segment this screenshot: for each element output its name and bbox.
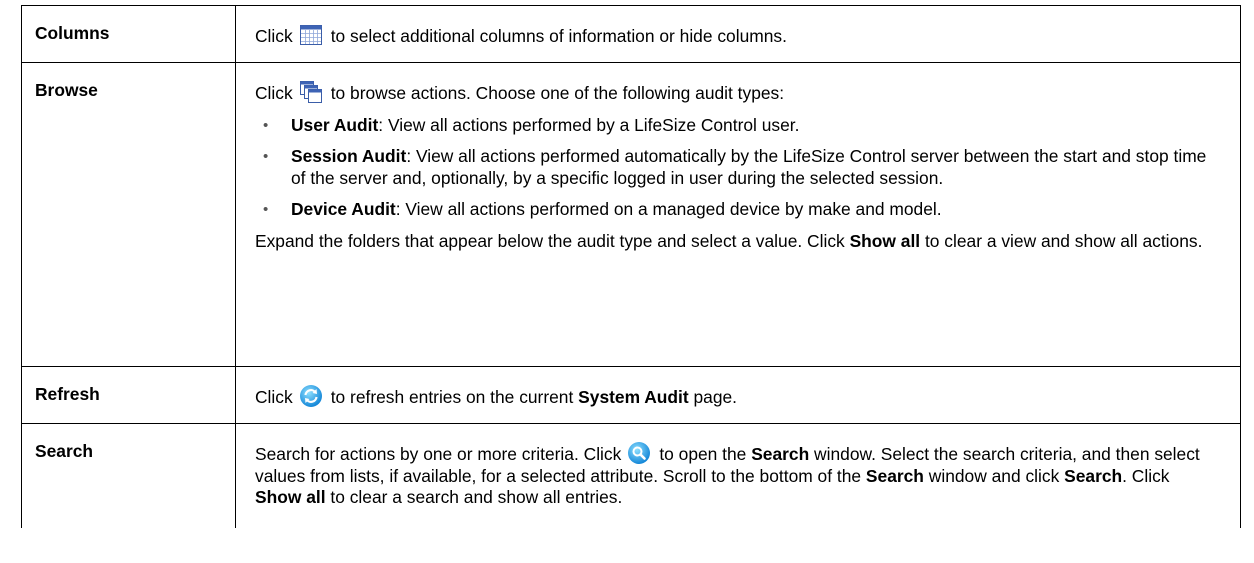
table-row: Columns Click to select additional column… [21, 5, 1241, 63]
bullet-icon: • [263, 116, 269, 134]
term-cell: Search [21, 423, 236, 528]
list-item: • Session Audit: View all actions perform… [263, 146, 1207, 188]
term-label: Columns [35, 23, 110, 43]
features-table: Columns Click to select additional column… [21, 5, 1241, 528]
table-row: Refresh Click to refresh entries on the c… [21, 366, 1241, 424]
bullet-icon: • [263, 148, 269, 165]
list-item: • Device Audit: View all actions performe… [263, 199, 942, 219]
columns-grid-icon [299, 23, 323, 47]
description-cell: Click to refresh entries on the current S… [235, 366, 1241, 424]
term-cell: Refresh [21, 366, 236, 424]
term-cell: Columns [21, 5, 236, 63]
description-cell: Click to browse actions. Choose one of th… [235, 62, 1241, 367]
term-label: Browse [35, 80, 98, 100]
description-cell: Click to select additional columns of inf… [235, 5, 1241, 63]
description-cell: Search for actions by one or more criter… [235, 423, 1241, 528]
table-row: Browse Click to browse actions. Choose on… [21, 62, 1241, 367]
term-cell: Browse [21, 62, 236, 367]
audit-type-list: • User Audit: View all actions performed … [255, 115, 1220, 221]
table-row: Search Search for actions by one or more… [21, 423, 1241, 528]
bullet-icon: • [263, 201, 269, 218]
term-label: Search [35, 441, 94, 461]
refresh-icon [299, 384, 323, 408]
list-item: • User Audit: View all actions performed … [263, 114, 800, 135]
term-label: Refresh [35, 384, 100, 404]
search-magnifier-icon [627, 441, 651, 465]
browse-windows-icon [299, 80, 323, 104]
